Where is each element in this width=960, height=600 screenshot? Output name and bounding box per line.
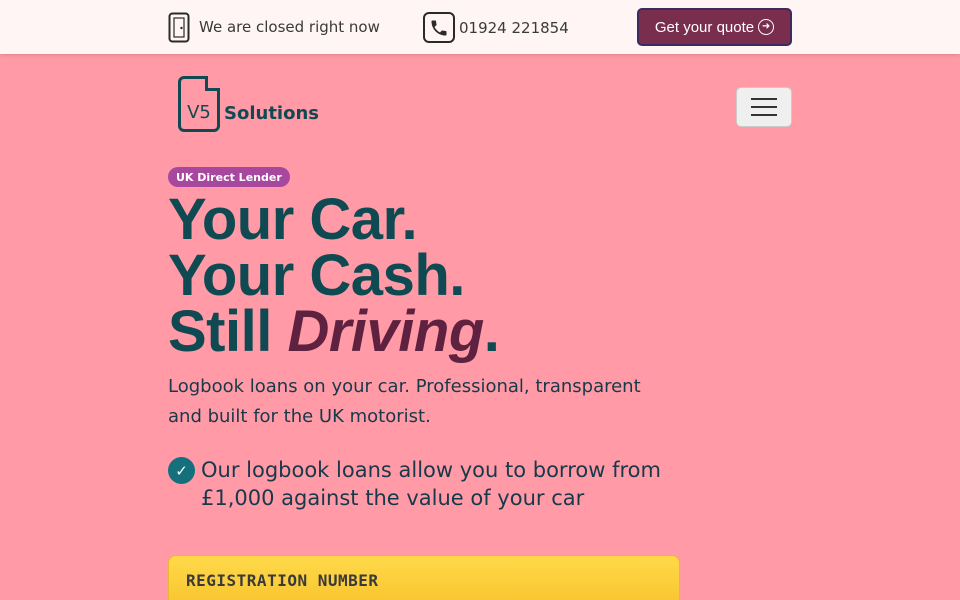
headline-emphasis: Driving	[287, 299, 484, 364]
hero-headline: Your Car. Your Cash. Still Driving.	[168, 187, 500, 361]
brand-logo[interactable]: V5 Solutions	[178, 76, 319, 132]
menu-toggle-button[interactable]	[736, 87, 792, 127]
door-icon	[168, 12, 190, 42]
phone-icon	[423, 12, 455, 43]
arrow-right-circle-icon: ➜	[758, 19, 775, 35]
logo-doc-text: V5	[187, 102, 211, 123]
phone-link[interactable]: 01924 221854	[423, 12, 569, 43]
registration-label: REGISTRATION NUMBER	[186, 571, 379, 590]
headline-line-3-suffix: .	[483, 299, 500, 364]
top-bar: We are closed right now 01924 221854 Get…	[0, 0, 960, 54]
check-circle-icon: ✓	[168, 457, 195, 484]
phone-number: 01924 221854	[459, 18, 569, 37]
headline-line-1: Your Car.	[168, 187, 418, 252]
hamburger-icon	[751, 106, 777, 108]
feature-text: Our logbook loans allow you to borrow fr…	[201, 458, 661, 510]
opening-status: We are closed right now	[168, 12, 380, 42]
logo-name: Solutions	[224, 103, 319, 124]
opening-status-text: We are closed right now	[199, 18, 380, 36]
hamburger-icon	[751, 114, 777, 116]
headline-line-2: Your Cash.	[168, 243, 465, 308]
get-quote-button[interactable]: Get your quote ➜	[637, 8, 792, 46]
headline-line-3: Still Driving.	[168, 303, 500, 361]
feature-item: ✓ Our logbook loans allow you to borrow …	[168, 456, 668, 512]
logbook-document-icon: V5	[178, 76, 220, 132]
get-quote-label: Get your quote	[654, 18, 755, 36]
registration-panel: REGISTRATION NUMBER	[168, 555, 680, 600]
headline-line-3-prefix: Still	[168, 299, 288, 364]
lender-badge: UK Direct Lender	[168, 167, 290, 187]
hamburger-icon	[751, 98, 777, 100]
hero-lede: Logbook loans on your car. Professional,…	[168, 376, 641, 427]
